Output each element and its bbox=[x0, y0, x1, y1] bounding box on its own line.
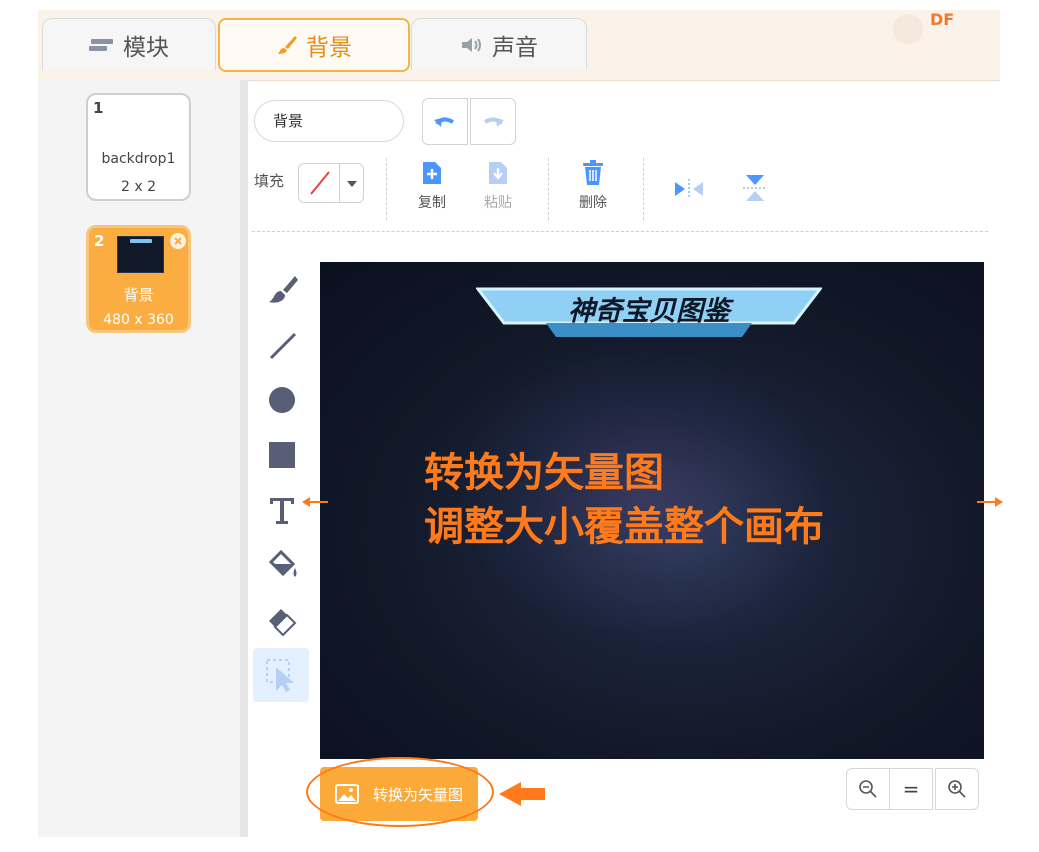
annotation-line-1: 转换为矢量图 bbox=[424, 450, 664, 496]
tab-sounds-label: 声音 bbox=[492, 34, 538, 61]
flip-vertical-icon bbox=[743, 175, 767, 201]
backdrop-name: 背景 bbox=[123, 286, 154, 304]
backdrop-size: 480 x 360 bbox=[103, 312, 174, 328]
zoom-in-button[interactable] bbox=[935, 768, 979, 810]
tool-rectangle[interactable] bbox=[258, 431, 306, 479]
backdrop-name: backdrop1 bbox=[101, 151, 176, 167]
backdrop-size: 2 x 2 bbox=[121, 179, 156, 195]
chevron-down-icon bbox=[347, 181, 357, 187]
flip-horizontal-icon bbox=[675, 179, 703, 199]
undo-icon bbox=[434, 116, 454, 127]
tab-backdrops-label: 背景 bbox=[306, 35, 352, 61]
resize-arrow-right-icon bbox=[975, 494, 1005, 514]
list-divider bbox=[240, 80, 248, 837]
banner-title: 神奇宝贝图鉴 bbox=[568, 296, 730, 327]
tool-select[interactable] bbox=[253, 648, 309, 702]
tool-text[interactable] bbox=[258, 486, 306, 534]
toolbar-divider bbox=[643, 158, 645, 220]
backdrop-name-input[interactable]: 背景 bbox=[254, 100, 404, 142]
fill-color-picker[interactable] bbox=[298, 163, 364, 203]
zoom-reset-button[interactable]: = bbox=[889, 768, 933, 810]
annotation-line-2: 调整大小覆盖整个画布 bbox=[424, 504, 824, 550]
tool-eraser[interactable] bbox=[258, 596, 306, 644]
paste-icon bbox=[489, 162, 507, 184]
delete-button[interactable]: 删除 bbox=[569, 160, 617, 212]
rectangle-tool-icon bbox=[269, 442, 295, 468]
resize-arrow-left-icon bbox=[300, 494, 330, 514]
toolbar-separator bbox=[252, 231, 988, 232]
tool-brush[interactable] bbox=[258, 266, 306, 314]
flip-horizontal-button[interactable] bbox=[672, 176, 706, 202]
toolbar-divider bbox=[386, 158, 388, 220]
title-banner: 神奇宝贝图鉴 bbox=[476, 287, 822, 339]
eraser-icon bbox=[269, 609, 297, 637]
delete-backdrop-icon[interactable] bbox=[168, 231, 188, 251]
tool-circle[interactable] bbox=[258, 376, 306, 424]
tool-fill[interactable] bbox=[258, 541, 306, 589]
watermark-logo-icon bbox=[893, 14, 923, 44]
fill-bucket-icon bbox=[268, 549, 297, 577]
tool-line[interactable] bbox=[258, 321, 306, 369]
copy-label: 复制 bbox=[418, 195, 446, 211]
tab-sounds[interactable]: 声音 bbox=[411, 18, 587, 70]
tab-code-label: 模块 bbox=[123, 34, 169, 61]
highlight-ellipse bbox=[306, 757, 494, 827]
delete-label: 删除 bbox=[579, 195, 607, 211]
zoom-out-icon bbox=[859, 780, 877, 798]
pointer-arrow-icon bbox=[497, 781, 547, 811]
select-tool-icon bbox=[266, 659, 294, 692]
circle-tool-icon bbox=[269, 387, 295, 413]
blocks-icon bbox=[89, 37, 115, 53]
zoom-in-icon bbox=[948, 780, 966, 798]
no-fill-icon bbox=[310, 171, 330, 195]
copy-icon bbox=[423, 162, 441, 184]
backdrop-thumbnail bbox=[117, 236, 164, 273]
watermark-text: DF bbox=[930, 10, 955, 29]
brush-icon bbox=[276, 34, 298, 56]
paste-button[interactable]: 粘贴 bbox=[474, 160, 522, 212]
tab-backdrops[interactable]: 背景 bbox=[218, 18, 410, 72]
zoom-out-button[interactable] bbox=[846, 768, 890, 810]
fill-label: 填充 bbox=[254, 172, 285, 190]
copy-button[interactable]: 复制 bbox=[408, 160, 456, 212]
brush-tool-icon bbox=[269, 276, 298, 303]
trash-icon bbox=[583, 160, 603, 185]
redo-button[interactable] bbox=[470, 98, 516, 145]
line-tool-icon bbox=[269, 332, 297, 360]
speaker-icon bbox=[460, 36, 484, 54]
undo-button[interactable] bbox=[422, 98, 468, 145]
text-tool-icon bbox=[270, 498, 294, 524]
toolbar-divider bbox=[548, 158, 550, 220]
backdrop-item-1[interactable]: 1 backdrop1 2 x 2 bbox=[86, 93, 191, 201]
paste-label: 粘贴 bbox=[484, 195, 512, 211]
backdrop-number: 2 bbox=[94, 232, 105, 250]
tab-code[interactable]: 模块 bbox=[42, 18, 216, 70]
redo-icon bbox=[484, 116, 504, 127]
flip-vertical-button[interactable] bbox=[740, 172, 770, 204]
backdrop-number: 1 bbox=[93, 99, 104, 117]
